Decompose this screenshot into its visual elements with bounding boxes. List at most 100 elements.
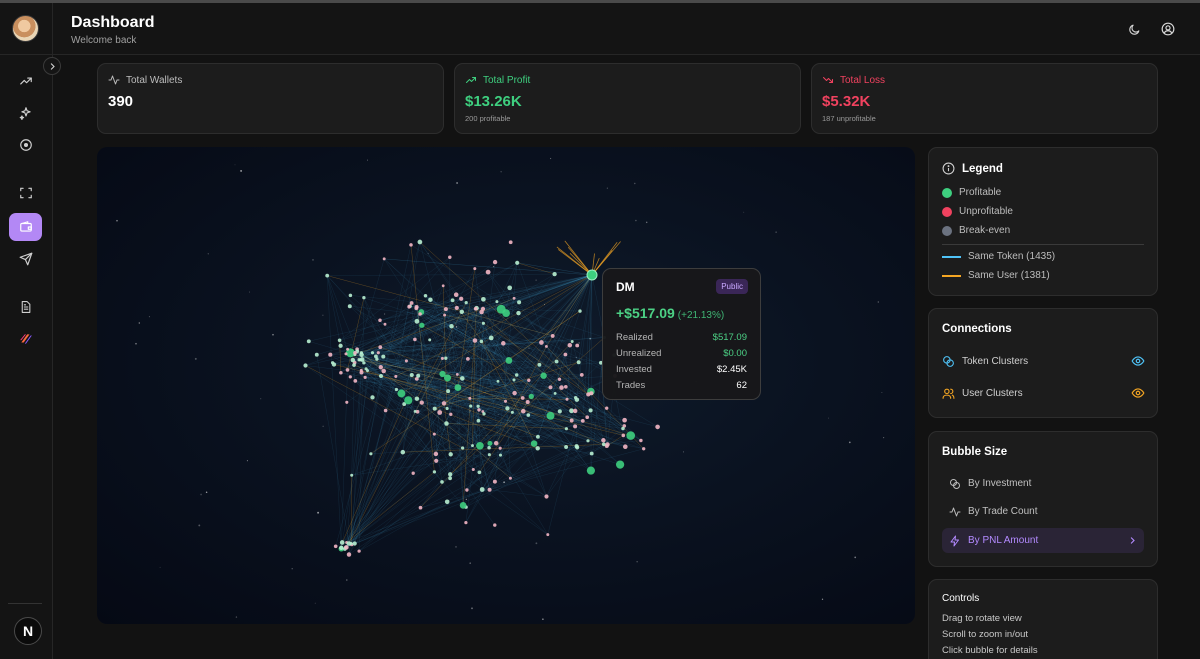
tooltip-visibility-badge: Public (716, 279, 748, 294)
token-clusters-toggle[interactable]: Token Clusters (942, 350, 1145, 372)
sparkles-icon[interactable] (9, 99, 42, 127)
unprofitable-wallet-bubble (345, 368, 350, 372)
unprofitable-wallet-bubble (359, 370, 364, 375)
background-star (198, 524, 201, 527)
wallet-network-graph[interactable] (97, 147, 915, 624)
tooltip-row-value: 62 (736, 380, 747, 391)
unprofitable-wallet-bubble (394, 374, 398, 378)
total-profit-note: 200 profitable (465, 114, 511, 123)
unprofitable-wallet-bubble (381, 368, 386, 374)
coins-icon (950, 478, 960, 489)
legend-title: Legend (962, 162, 1003, 175)
unprofitable-wallet-bubble (520, 396, 525, 400)
legend-label: Same Token (1435) (968, 251, 1056, 262)
header: Dashboard Welcome back (53, 3, 1200, 55)
wallet-bubble (400, 449, 406, 455)
background-star (877, 301, 879, 303)
background-star (542, 618, 544, 620)
wallet-bubble (440, 480, 444, 484)
coins-icon (943, 355, 954, 367)
target-icon[interactable] (9, 131, 42, 159)
wallet-bubble (369, 452, 373, 456)
theme-toggle-button[interactable] (1125, 20, 1143, 38)
unprofitable-wallet-bubble (473, 306, 478, 311)
background-star (535, 279, 537, 281)
legend-divider (942, 244, 1144, 245)
wallet-bubble (552, 271, 557, 277)
wallet-bubble (444, 356, 448, 360)
wallet-bubble (464, 301, 468, 305)
unprofitable-wallet-bubble (557, 377, 562, 381)
background-star (456, 182, 459, 184)
wallet-icon[interactable] (9, 213, 42, 241)
trending-icon[interactable] (9, 67, 42, 95)
user-clusters-toggle[interactable]: User Clusters (942, 382, 1145, 404)
wallet-bubble (586, 439, 590, 443)
same-token-edge (341, 369, 348, 549)
size-option-pnl-amount[interactable]: By PNL Amount (942, 528, 1144, 553)
background-star (848, 441, 851, 444)
unprofitable-wallet-bubble (472, 338, 478, 343)
tooltip-wallet-name: DM (616, 280, 635, 294)
controls-title: Controls (942, 593, 980, 604)
same-token-edge (457, 387, 592, 471)
wallet-bubble (423, 293, 428, 298)
unprofitable-wallet-bubble (512, 390, 517, 396)
controls-hint-zoom: Scroll to zoom in/out (942, 629, 1029, 640)
wallet-bubble (589, 451, 594, 456)
background-star (492, 265, 495, 268)
account-button[interactable] (1159, 20, 1177, 38)
unprofitable-wallet-bubble (580, 419, 585, 423)
background-star (775, 231, 777, 233)
unprofitable-wallet-bubble (575, 343, 580, 348)
wallet-bubble (350, 473, 354, 477)
size-option-trade-count[interactable]: By Trade Count (942, 499, 1144, 524)
send-icon[interactable] (9, 245, 42, 273)
wallet-bubble (507, 285, 513, 291)
network-canvas[interactable] (97, 147, 915, 624)
wallet-bubble (482, 412, 486, 416)
wallet-bubble (379, 374, 383, 378)
avatar[interactable] (12, 15, 39, 42)
trending-down-icon (823, 77, 833, 83)
controls-panel: Controls Drag to rotate view Scroll to z… (928, 579, 1158, 659)
size-option-investment[interactable]: By Investment (942, 471, 1144, 496)
total-loss-label: Total Loss (840, 74, 886, 86)
total-profit-label: Total Profit (483, 74, 531, 86)
same-token-edge (348, 376, 397, 544)
same-user-line-swatch (942, 274, 961, 277)
total-profit-card: Total Profit $13.26K 200 profitable (454, 63, 801, 134)
wallet-bubble (564, 445, 569, 449)
unprofitable-wallet-bubble (480, 306, 486, 311)
tooltip-row-value: $517.09 (712, 332, 747, 343)
wallet-bubble (469, 404, 473, 408)
background-star (200, 493, 203, 496)
background-star (366, 159, 368, 161)
app-logo[interactable]: N (14, 617, 42, 645)
legend-item-unprofitable: Unprofitable (942, 206, 1013, 217)
wallet-bubble (414, 396, 420, 401)
token-clusters-label: Token Clusters (962, 355, 1029, 367)
wallet-bubble (432, 406, 437, 411)
unprofitable-wallet-bubble (441, 284, 445, 288)
unprofitable-wallet-bubble (378, 318, 382, 322)
chevron-right-icon (50, 62, 55, 70)
sidebar-collapse-button[interactable] (43, 57, 61, 75)
profitable-wallet-bubble (404, 396, 413, 405)
size-option-label: By Trade Count (968, 506, 1038, 517)
wallet-bubble (325, 273, 330, 278)
unprofitable-wallet-bubble (605, 442, 610, 447)
unprofitable-wallet-bubble (508, 240, 513, 245)
total-profit-value: $13.26K (465, 93, 522, 110)
unprofitable-wallet-bubble (563, 352, 568, 357)
profitable-wallet-bubble (530, 440, 538, 447)
document-icon[interactable] (9, 293, 42, 321)
wallet-bubble (476, 404, 480, 408)
wallet-bubble (570, 340, 574, 343)
wallet-bubble (601, 442, 606, 447)
unprofitable-wallet-bubble (437, 410, 443, 415)
scan-icon[interactable] (9, 179, 42, 207)
background-star (645, 221, 648, 224)
chain-logo-icon[interactable] (9, 325, 42, 353)
unprofitable-wallet-bubble (419, 400, 424, 405)
